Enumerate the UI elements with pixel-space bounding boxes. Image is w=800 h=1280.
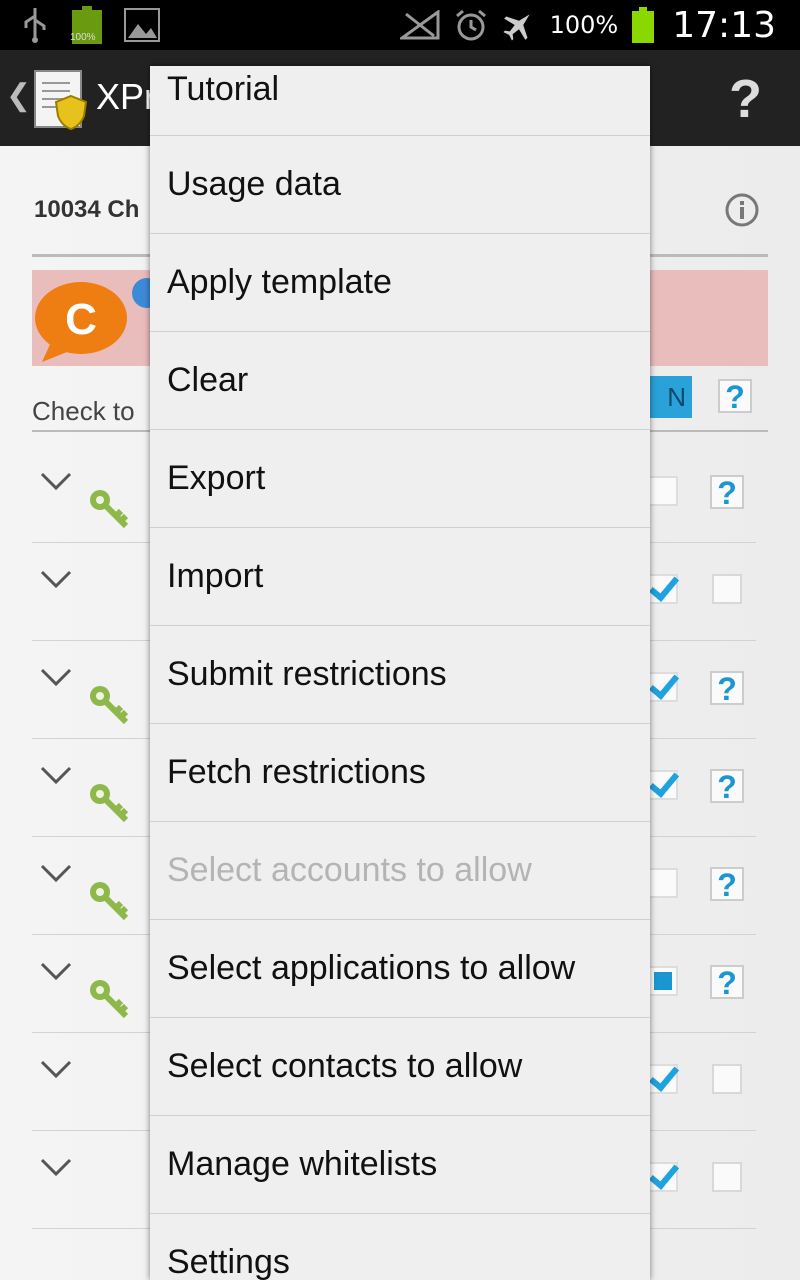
- restriction-checkbox[interactable]: [648, 672, 678, 702]
- menu-item-select-accounts-to-allow: Select accounts to allow: [150, 822, 650, 920]
- battery-percent: 100%: [549, 11, 619, 39]
- svg-text:?: ?: [717, 475, 737, 510]
- menu-item-import[interactable]: Import: [150, 528, 650, 626]
- exception-checkbox[interactable]: [712, 1162, 742, 1192]
- battery-label: 100%: [70, 32, 96, 43]
- status-left-icons: 100%: [20, 6, 160, 44]
- exception-checkbox[interactable]: [712, 1064, 742, 1094]
- menu-item-fetch-restrictions[interactable]: Fetch restrictions: [150, 724, 650, 822]
- app-name-label: 10034 Ch: [34, 196, 140, 223]
- info-icon[interactable]: [724, 192, 760, 228]
- svg-text:C: C: [65, 295, 97, 344]
- restriction-checkbox[interactable]: [648, 868, 678, 898]
- key-icon: [90, 784, 129, 823]
- no-signal-icon: [399, 10, 440, 40]
- chevron-down-icon[interactable]: [40, 864, 72, 884]
- chevron-down-icon[interactable]: [40, 570, 72, 590]
- key-icon: [90, 882, 129, 921]
- restriction-checkbox[interactable]: [648, 574, 678, 604]
- menu-item-apply-template[interactable]: Apply template: [150, 234, 650, 332]
- chevron-down-icon[interactable]: [40, 962, 72, 982]
- menu-item-clear[interactable]: Clear: [150, 332, 650, 430]
- key-icon: [90, 490, 129, 529]
- restriction-checkbox[interactable]: [648, 770, 678, 800]
- alarm-icon: [455, 9, 486, 41]
- key-icon: [90, 980, 129, 1019]
- svg-text:?: ?: [717, 671, 737, 706]
- menu-item-select-contacts-to-allow[interactable]: Select contacts to allow: [150, 1018, 650, 1116]
- restriction-checkbox[interactable]: [648, 1162, 678, 1192]
- svg-text:?: ?: [717, 965, 737, 1000]
- question-icon[interactable]: ?: [710, 474, 744, 510]
- question-icon[interactable]: ?: [710, 670, 744, 706]
- check-hint-label: Check to: [32, 396, 135, 426]
- svg-text:?: ?: [725, 379, 745, 414]
- menu-item-tutorial[interactable]: Tutorial: [150, 66, 650, 136]
- menu-item-export[interactable]: Export: [150, 430, 650, 528]
- gallery-icon: [124, 8, 160, 42]
- question-icon[interactable]: ?: [710, 866, 744, 902]
- status-bar: 100% 100% 17:13: [0, 0, 800, 50]
- status-right-icons: 100% 17:13: [399, 4, 776, 46]
- menu-item-submit-restrictions[interactable]: Submit restrictions: [150, 626, 650, 724]
- action-bar-title: XPr: [96, 76, 157, 117]
- battery-icon: [632, 7, 655, 43]
- battery-full-icon: 100%: [70, 6, 102, 44]
- chevron-down-icon[interactable]: [40, 766, 72, 786]
- chevron-down-icon[interactable]: [40, 1158, 72, 1178]
- clock: 17:13: [672, 4, 776, 46]
- exception-checkbox[interactable]: [712, 574, 742, 604]
- menu-item-select-applications-to-allow[interactable]: Select applications to allow: [150, 920, 650, 1018]
- menu-item-usage-data[interactable]: Usage data: [150, 136, 650, 234]
- menu-item-settings[interactable]: Settings: [150, 1214, 650, 1280]
- chevron-down-icon[interactable]: [40, 472, 72, 492]
- key-icon: [90, 686, 129, 725]
- question-icon[interactable]: ?: [710, 768, 744, 804]
- airplane-icon: [503, 14, 530, 41]
- restriction-checkbox[interactable]: [648, 476, 678, 506]
- app-logo-icon[interactable]: [32, 68, 90, 130]
- chaton-app-icon: C: [35, 282, 127, 362]
- restriction-checkbox[interactable]: [648, 1064, 678, 1094]
- svg-text:?: ?: [717, 867, 737, 902]
- help-button[interactable]: ?: [729, 68, 762, 130]
- chevron-down-icon[interactable]: [40, 1060, 72, 1080]
- svg-text:?: ?: [717, 769, 737, 804]
- question-icon[interactable]: ?: [718, 378, 752, 414]
- menu-item-list: Tutorial Usage data Apply template Clear Exp…: [150, 66, 650, 1280]
- restriction-checkbox[interactable]: [648, 966, 678, 996]
- chevron-down-icon[interactable]: [40, 668, 72, 688]
- overflow-menu: Tutorial Usage data Apply template Clear Exp…: [150, 66, 650, 1280]
- up-navigation-icon[interactable]: ❮: [6, 78, 31, 113]
- usb-icon: [24, 8, 46, 43]
- menu-item-manage-whitelists[interactable]: Manage whitelists: [150, 1116, 650, 1214]
- question-icon[interactable]: ?: [710, 964, 744, 1000]
